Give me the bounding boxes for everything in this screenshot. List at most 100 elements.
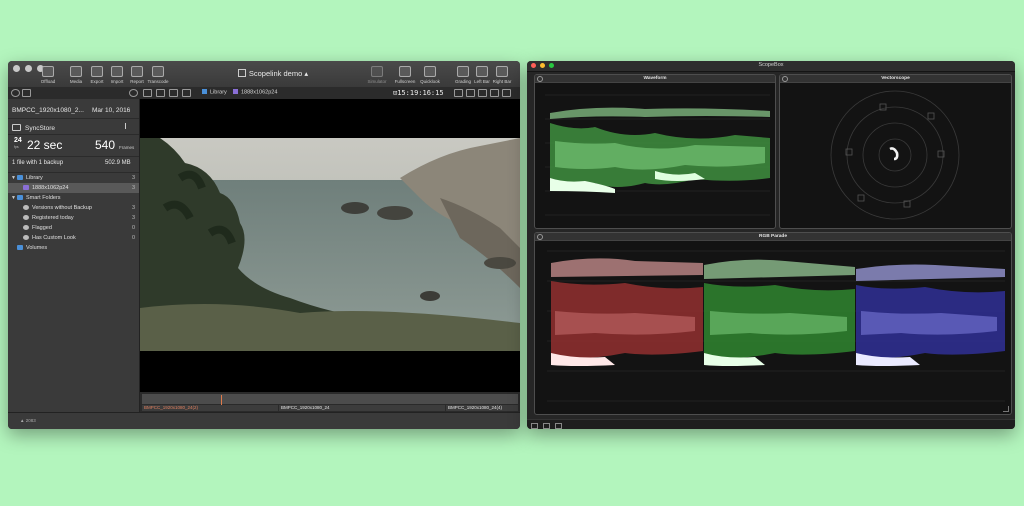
timeline-clip[interactable]: BMPCC_1920x1080_24(4)	[446, 405, 518, 411]
snapshot-icon[interactable]	[555, 423, 562, 429]
fps-display: 24 fps	[14, 137, 22, 149]
duration-display: 22 sec	[27, 138, 63, 152]
timecode-display: ⊡15:19:16:15	[393, 89, 444, 97]
clip-date: Mar 10, 2016	[92, 107, 131, 114]
status-bar: ▲ 2083	[8, 412, 520, 429]
waveform-panel[interactable]: Waveform	[534, 74, 776, 229]
timeline-track[interactable]	[142, 394, 518, 407]
gear-icon[interactable]	[129, 89, 138, 97]
report-icon	[131, 66, 143, 77]
clip-icon	[233, 89, 238, 94]
sidebar-item-smart-folders[interactable]: ▼ Smart Folders	[8, 193, 139, 203]
media-icon	[70, 66, 82, 77]
scopebox-footer	[527, 419, 1015, 429]
sidebar-item-registered-today[interactable]: Registered today 3	[8, 213, 139, 223]
video-viewer[interactable]	[140, 99, 520, 392]
title-bar: Offload Media Export Import Report Trans…	[8, 61, 520, 88]
rock	[341, 202, 369, 214]
volumes-icon	[17, 245, 23, 250]
simulator-button[interactable]: Simulator	[362, 66, 392, 84]
close-panel-icon[interactable]	[537, 76, 543, 82]
close-panel-icon[interactable]	[782, 76, 788, 82]
safe-area-icon[interactable]	[478, 89, 487, 97]
sidebar-item-volumes[interactable]: Volumes	[8, 243, 139, 253]
disclosure-open-icon[interactable]: ▼	[11, 193, 16, 203]
fullscreen-icon	[399, 66, 411, 77]
resize-handle-icon[interactable]	[1003, 406, 1009, 412]
sidebar-item-library[interactable]: ▼ Library 3	[8, 173, 139, 183]
settings-icon[interactable]	[543, 423, 550, 429]
disclosure-open-icon[interactable]: ▼	[11, 173, 16, 183]
rock	[420, 291, 440, 301]
rock	[377, 206, 413, 220]
window-title: ScopeBox	[758, 62, 784, 68]
frames-label: Frames	[119, 145, 135, 150]
gear-icon	[23, 215, 29, 220]
vectorscope-scope	[830, 90, 960, 220]
sidebar-item-has-custom-look[interactable]: Has Custom Look 0	[8, 233, 139, 243]
breadcrumb-library[interactable]: Library	[202, 89, 227, 96]
filmstrip-view-icon[interactable]	[156, 89, 165, 97]
flag-icon[interactable]	[125, 123, 132, 129]
timeline-clip[interactable]: BMPCC_1920x1080_24	[279, 405, 445, 411]
rgb-parade-panel[interactable]: RGB Parade	[534, 232, 1012, 415]
timeline[interactable]: BMPCC_1920x1080_24(2) BMPCC_1920x1080_24…	[140, 392, 520, 412]
close-panel-icon[interactable]	[537, 234, 543, 240]
breadcrumb-clip[interactable]: 1888x1062p24	[233, 89, 277, 96]
title-menu-icon[interactable]: ▴	[304, 69, 308, 78]
scopebox-window: ScopeBox Waveform Vectorscope RGB Parade	[527, 61, 1015, 429]
library-icon	[17, 175, 23, 180]
waveform-scope	[545, 94, 770, 216]
panel-header: Vectorscope	[780, 75, 1011, 83]
right-bar-button[interactable]: Right Bar	[487, 66, 517, 84]
more-icon[interactable]	[502, 89, 511, 97]
gear-icon	[23, 205, 29, 210]
grid-view-icon[interactable]	[169, 89, 178, 97]
offload-icon	[42, 66, 54, 77]
backup-size: 502.9 MB	[105, 160, 131, 166]
rock	[484, 257, 516, 269]
quicklook-button[interactable]: Quicklook	[415, 66, 445, 84]
info-icon[interactable]	[11, 89, 20, 97]
simulator-icon	[371, 66, 383, 77]
gear-icon	[23, 235, 29, 240]
rgb-parade-scope	[547, 250, 1005, 402]
panel-header: Waveform	[535, 75, 775, 83]
false-color-icon[interactable]	[466, 89, 475, 97]
divider	[8, 134, 139, 135]
media-manager-window: Offload Media Export Import Report Trans…	[8, 61, 520, 429]
document-icon	[237, 69, 246, 77]
window-title: Scopelink demo ▴	[218, 69, 328, 78]
frames-count: 540	[95, 138, 116, 152]
clip-folder-icon	[23, 185, 29, 190]
sidebar: BMPCC_1920x1080_2... Mar 10, 2016 SyncSt…	[8, 99, 140, 412]
divider	[8, 156, 139, 157]
minimize-window-button[interactable]	[25, 65, 32, 72]
vectorscope-panel[interactable]: Vectorscope	[779, 74, 1012, 229]
focus-peak-icon[interactable]	[490, 89, 499, 97]
timeline-clip[interactable]: BMPCC_1920x1080_24(2)	[142, 405, 278, 411]
layout-icon[interactable]	[531, 423, 538, 429]
sidebar-item-versions-without-backup[interactable]: Versions without Backup 3	[8, 203, 139, 213]
panel-header: RGB Parade	[535, 233, 1011, 241]
folder-icon	[202, 89, 207, 94]
save-icon[interactable]	[22, 89, 31, 97]
transcode-button[interactable]: Transcode	[143, 66, 173, 84]
close-window-button[interactable]	[13, 65, 20, 72]
list-view-icon[interactable]	[143, 89, 152, 97]
video-frame	[140, 138, 520, 351]
backup-info: 1 file with 1 backup	[12, 160, 64, 166]
lut-icon[interactable]	[454, 89, 463, 97]
quicklook-icon	[424, 66, 436, 77]
offload-button[interactable]: Offload	[33, 66, 63, 84]
store-row[interactable]: SyncStore	[12, 124, 55, 132]
title-bar: ScopeBox	[527, 61, 1015, 72]
smart-folder-icon	[17, 195, 23, 200]
status-text: ▲ 2083	[20, 418, 36, 423]
single-view-icon[interactable]	[182, 89, 191, 97]
right-bar-icon	[496, 66, 508, 77]
gear-icon	[23, 225, 29, 230]
sidebar-item-flagged[interactable]: Flagged 0	[8, 223, 139, 233]
sidebar-item-clip-folder[interactable]: 1888x1062p24 3	[8, 183, 139, 193]
transcode-icon	[152, 66, 164, 77]
